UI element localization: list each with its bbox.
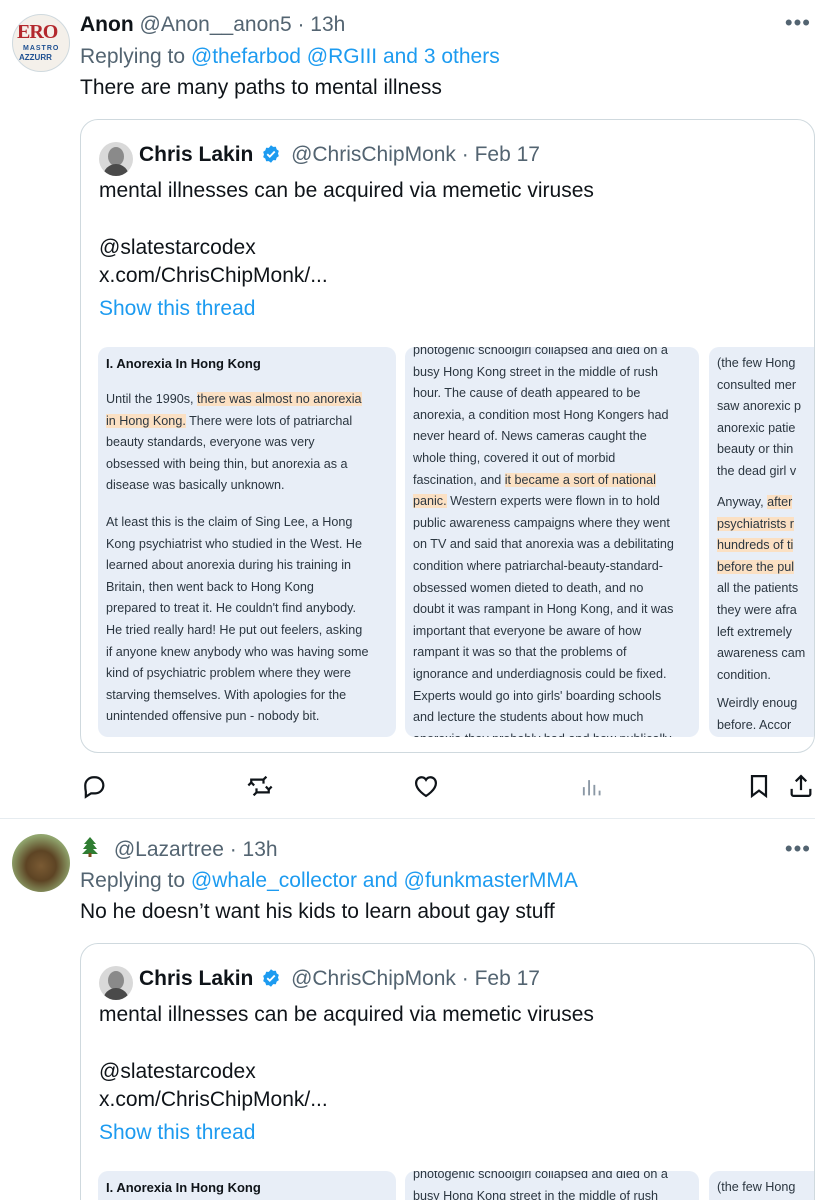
quoted-user-handle[interactable]: @ChrisChipMonk <box>291 143 456 166</box>
tweet[interactable]: ERO MASTRO AZZURR Anon @Anon__anon5 · 13… <box>0 0 815 820</box>
quoted-tweet[interactable]: Chris Lakin @ChrisChipMonk · Feb 17 ment… <box>80 943 815 1200</box>
card-paragraph-2: At least this is the claim of Sing Lee, … <box>106 515 369 724</box>
user-handle[interactable]: @Anon__anon5 <box>140 13 292 36</box>
tweet-text: There are many paths to mental illness <box>80 76 442 99</box>
mention-link[interactable]: @slatestarcodex <box>99 234 256 262</box>
image-card-3[interactable]: (the few Hong <box>709 1171 814 1200</box>
verified-badge-icon <box>263 969 280 987</box>
retweet-icon[interactable] <box>246 772 274 800</box>
reply-icon[interactable] <box>80 772 108 800</box>
card-text: Anyway, after psychiatrists r hundreds o… <box>717 495 806 682</box>
reply-mentions-link[interactable]: @thefarbod @RGIII and 3 others <box>191 45 500 68</box>
tweet-divider <box>0 818 815 819</box>
card-text: Weirdly enoug before. Accor <box>717 696 798 732</box>
quoted-tweet-header: Chris Lakin @ChrisChipMonk · Feb 17 <box>139 142 540 168</box>
quoted-user-avatar[interactable] <box>99 966 133 1000</box>
image-card-2[interactable]: photogenic schoolgirl collapsed and died… <box>405 1171 699 1200</box>
quoted-tweet[interactable]: Chris Lakin @ChrisChipMonk · Feb 17 ment… <box>80 119 815 753</box>
user-handle[interactable]: @Lazartree <box>114 838 224 861</box>
tweet-actions <box>0 772 815 802</box>
quoted-display-name[interactable]: Chris Lakin <box>139 967 253 990</box>
bookmark-icon[interactable] <box>745 772 773 800</box>
image-card-1[interactable]: I. Anorexia In Hong Kong Until the 1990s… <box>98 347 396 737</box>
replying-to: Replying to @thefarbod @RGIII and 3 othe… <box>80 45 500 68</box>
quoted-user-avatar[interactable] <box>99 142 133 176</box>
tweet[interactable]: @Lazartree · 13h ••• Replying to @whale_… <box>0 820 815 1200</box>
quoted-tweet-time[interactable]: · Feb 17 <box>462 143 540 166</box>
image-card-2[interactable]: photogenic schoolgirl collapsed and died… <box>405 347 699 737</box>
url-link[interactable]: x.com/ChrisChipMonk/... <box>99 1086 328 1114</box>
verified-badge-icon <box>263 145 280 163</box>
tweet-time[interactable]: · 13h <box>297 13 345 36</box>
user-avatar[interactable] <box>12 834 70 892</box>
tree-emoji-icon <box>82 837 98 857</box>
card-text: (the few Hong consulted mer saw anorexic… <box>717 356 801 478</box>
more-options-icon[interactable]: ••• <box>785 836 811 862</box>
tweet-header: Anon @Anon__anon5 · 13h <box>80 12 345 38</box>
image-card-1[interactable]: I. Anorexia In Hong Kong <box>98 1171 396 1200</box>
card-heading: I. Anorexia In Hong Kong <box>106 356 261 371</box>
tweet-text: No he doesn’t want his kids to learn abo… <box>80 900 555 923</box>
card-heading: I. Anorexia In Hong Kong <box>106 1180 261 1195</box>
card-text: photogenic schoolgirl collapsed and died… <box>413 1171 668 1200</box>
quoted-display-name[interactable]: Chris Lakin <box>139 143 253 166</box>
quoted-tweet-header: Chris Lakin @ChrisChipMonk · Feb 17 <box>139 966 540 992</box>
tweet-header: @Lazartree · 13h <box>80 836 278 863</box>
display-name[interactable]: Anon <box>80 13 134 36</box>
user-avatar[interactable]: ERO MASTRO AZZURR <box>12 14 70 72</box>
card-text: (the few Hong <box>717 1180 796 1194</box>
url-link[interactable]: x.com/ChrisChipMonk/... <box>99 262 328 290</box>
share-icon[interactable] <box>787 772 815 800</box>
heart-icon[interactable] <box>412 772 440 800</box>
show-thread-link[interactable]: Show this thread <box>99 1120 255 1146</box>
quoted-user-handle[interactable]: @ChrisChipMonk <box>291 967 456 990</box>
quoted-tweet-text: mental illnesses can be acquired via mem… <box>99 1003 594 1026</box>
more-options-icon[interactable]: ••• <box>785 10 811 36</box>
quoted-tweet-time[interactable]: · Feb 17 <box>462 967 540 990</box>
image-card-3[interactable]: (the few Hong consulted mer saw anorexic… <box>709 347 814 737</box>
card-text: photogenic schoolgirl collapsed and died… <box>413 347 674 737</box>
quoted-tweet-text: mental illnesses can be acquired via mem… <box>99 179 594 202</box>
views-icon[interactable] <box>578 772 606 800</box>
replying-to: Replying to @whale_collector and @funkma… <box>80 869 578 892</box>
tweet-time[interactable]: · 13h <box>230 838 278 861</box>
reply-mentions-link[interactable]: @whale_collector and @funkmasterMMA <box>191 869 578 892</box>
show-thread-link[interactable]: Show this thread <box>99 296 255 322</box>
card-paragraph-1: Until the 1990s, there was almost no ano… <box>106 392 362 493</box>
mention-link[interactable]: @slatestarcodex <box>99 1058 256 1086</box>
